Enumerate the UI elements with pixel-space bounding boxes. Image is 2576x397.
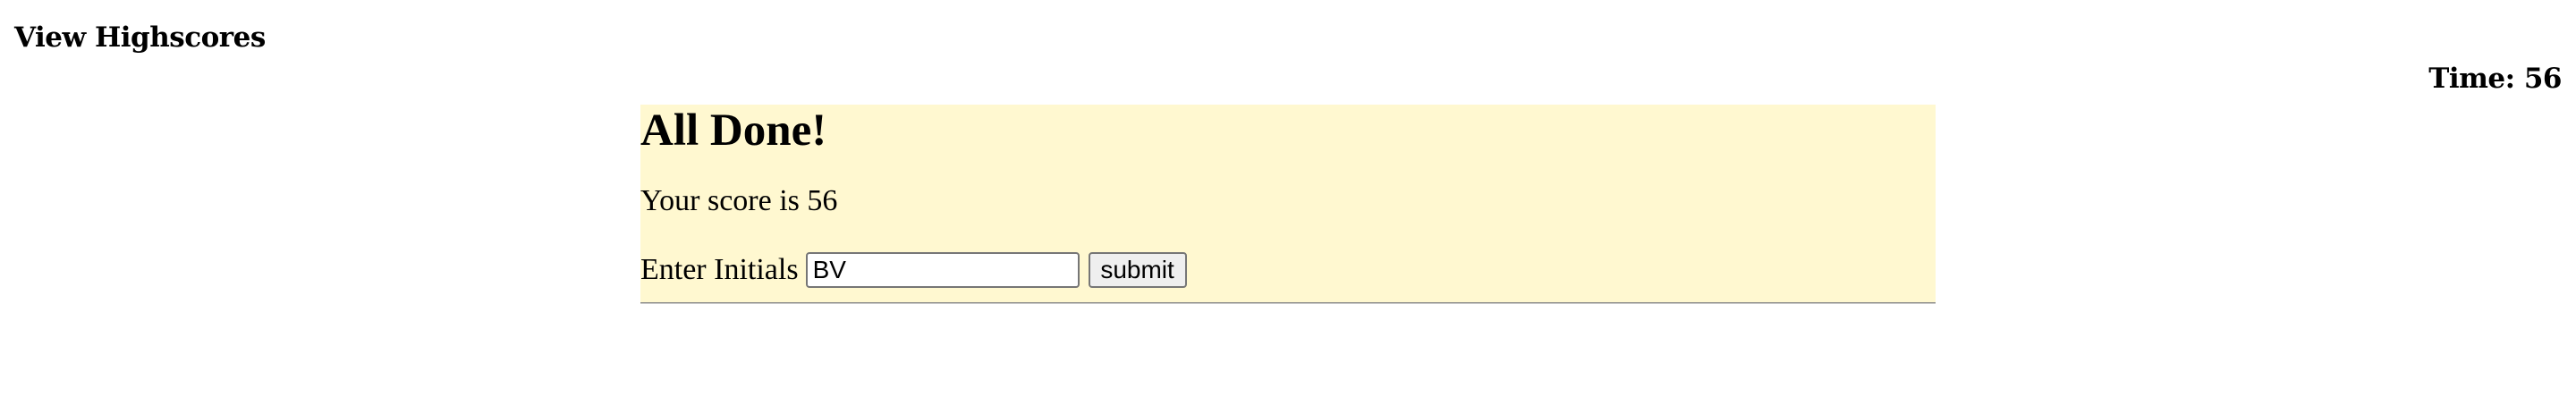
initials-form: Enter Initials submit [640,250,1187,290]
initials-input[interactable] [805,252,1080,288]
panel-divider [640,302,1936,304]
initials-label: Enter Initials [640,253,799,286]
final-score-text: Your score is 56 [640,184,838,217]
view-highscores-link[interactable]: View Highscores [14,21,266,54]
timer-display: Time: 56 [2428,63,2562,95]
results-heading: All Done! [640,106,827,156]
submit-button[interactable]: submit [1088,252,1187,288]
results-panel: All Done! Your score is 56 Enter Initial… [640,105,1936,304]
